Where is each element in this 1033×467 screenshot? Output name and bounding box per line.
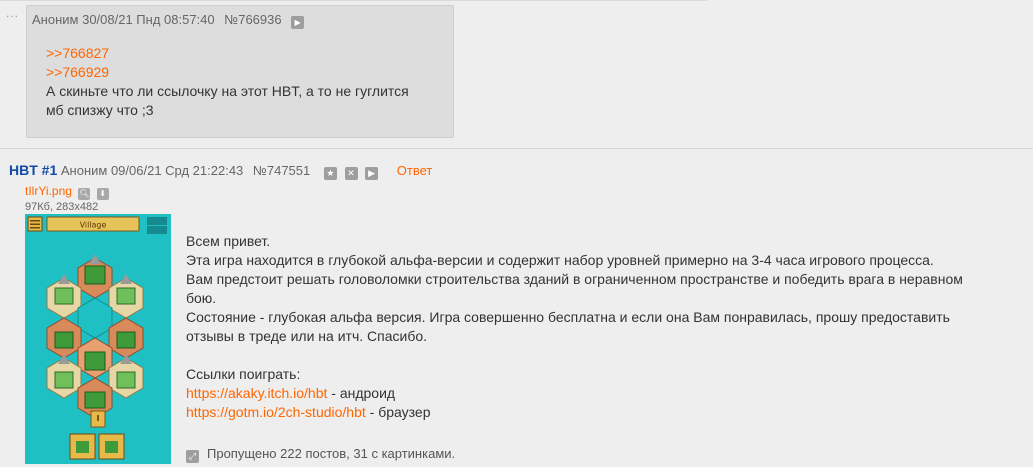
- file-thumbnail[interactable]: Village: [25, 214, 171, 464]
- play-icon[interactable]: ▶: [365, 167, 379, 180]
- link-suffix: - андроид: [327, 385, 396, 401]
- reply-ref-link[interactable]: >>766827: [46, 44, 409, 63]
- search-icon[interactable]: 🔍︎: [78, 188, 91, 200]
- op-header: HBT #1 Аноним 09/06/21 Срд 21:22:43 №747…: [9, 162, 432, 180]
- reply-datetime: 30/08/21 Пнд 08:57:40: [82, 12, 215, 27]
- expand-icon[interactable]: ⤢: [186, 450, 199, 463]
- post-divider: [0, 148, 1033, 149]
- op-text-line: бою.: [186, 290, 217, 306]
- op-author: Аноним: [60, 163, 108, 178]
- reply-number[interactable]: №766936: [224, 12, 281, 27]
- reply-text-line: А скиньте что ли ссылочку на этот HBT, а…: [46, 83, 409, 99]
- links-header: Ссылки поиграть:: [186, 366, 301, 382]
- top-divider: [0, 0, 707, 1]
- reply-author: Аноним: [32, 12, 79, 27]
- link-line: https://gotm.io/2ch-studio/hbt - браузер: [186, 403, 1026, 422]
- hex-board: [46, 254, 144, 419]
- game-link-android[interactable]: https://akaky.itch.io/hbt: [186, 385, 327, 401]
- reply-post: Аноним 30/08/21 Пнд 08:57:40 №766936 ▶ >…: [26, 5, 454, 138]
- link-line: https://akaky.itch.io/hbt - андроид: [186, 384, 1026, 403]
- op-text-line: Всем привет.: [186, 233, 271, 249]
- link-suffix: - браузер: [365, 404, 431, 420]
- skipped-posts: ⤢ Пропущено 222 постов, 31 с картинками.: [186, 446, 455, 463]
- thumbnail-title: Village: [80, 221, 107, 230]
- download-icon[interactable]: ⬇: [96, 188, 109, 200]
- reply-header: Аноним 30/08/21 Пнд 08:57:40 №766936 ▶: [32, 12, 305, 29]
- op-text-line: отзывы в треде или на итч. Спасибо.: [186, 328, 428, 344]
- op-text-line: Вам предстоит решать головоломки строите…: [186, 271, 963, 287]
- reply-ref-link[interactable]: >>766929: [46, 63, 409, 82]
- file-meta: 97Кб, 283x482: [25, 201, 99, 213]
- op-datetime: 09/06/21 Срд 21:22:43: [110, 163, 244, 178]
- star-icon[interactable]: ★: [323, 167, 337, 180]
- skipped-text: Пропущено 222 постов, 31 с картинками.: [207, 446, 456, 461]
- reply-body: >>766827 >>766929 А скиньте что ли ссыло…: [46, 44, 409, 120]
- file-line: tIlrYi.png 🔍︎ ⬇: [25, 184, 109, 200]
- reply-marker: ...: [6, 6, 20, 20]
- thread-title: HBT #1: [9, 162, 58, 178]
- op-text-line: Эта игра находится в глубокой альфа-верс…: [186, 252, 934, 268]
- op-body: Всем привет. Эта игра находится в глубок…: [186, 232, 1026, 422]
- file-name-link[interactable]: tIlrYi.png: [25, 184, 72, 198]
- reply-text-line: мб спизжу что ;3: [46, 102, 154, 118]
- game-link-browser[interactable]: https://gotm.io/2ch-studio/hbt: [186, 404, 366, 420]
- close-icon[interactable]: ✕: [344, 167, 358, 180]
- op-number[interactable]: №747551: [253, 163, 310, 178]
- op-text-line: Состояние - глубокая альфа версия. Игра …: [186, 309, 950, 325]
- play-icon[interactable]: ▶: [291, 16, 305, 29]
- answer-link[interactable]: Ответ: [397, 163, 433, 178]
